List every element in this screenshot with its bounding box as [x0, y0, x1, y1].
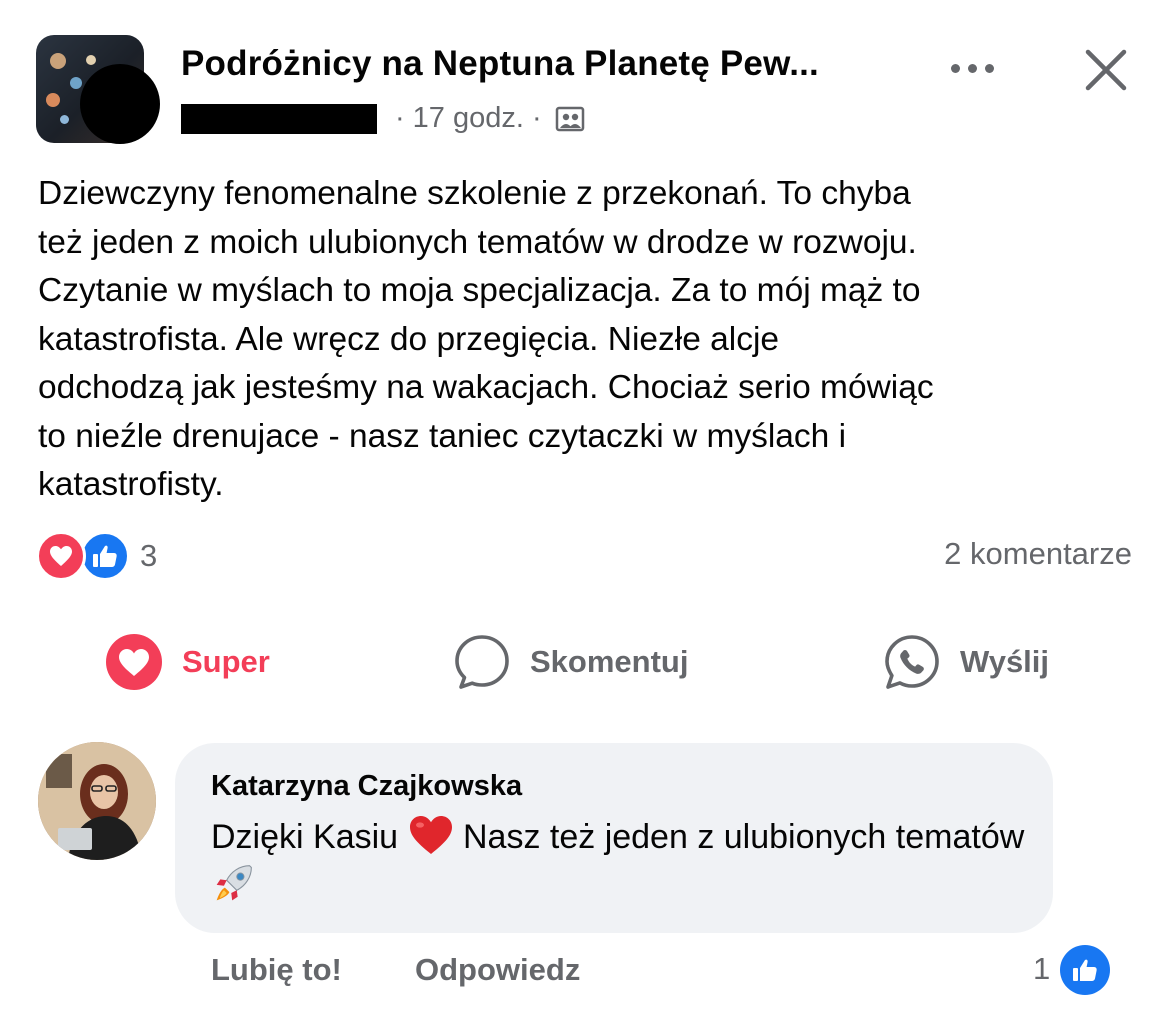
comment-text-part2: Nasz też jeden z ulubionych tematów: [453, 818, 1025, 856]
comment-label: Skomentuj: [530, 644, 689, 679]
reaction-count: 3: [140, 538, 158, 573]
post-meta: · 17 godz. ·: [181, 102, 586, 135]
comment-author[interactable]: Katarzyna Czajkowska: [211, 770, 522, 803]
rocket-emoji-icon: [216, 865, 252, 901]
comment-reaction-count: 1: [1033, 951, 1051, 986]
close-icon: [1085, 49, 1127, 91]
comments-count-link[interactable]: 2 komentarze: [944, 536, 1132, 572]
send-label: Wyślij: [960, 644, 1050, 679]
comment-bubble-icon: [452, 632, 512, 692]
commenter-avatar[interactable]: [38, 742, 156, 860]
comment-like-button[interactable]: Lubię to!: [211, 952, 342, 988]
post-text: Dziewczyny fenomenalne szkolenie z przek…: [38, 175, 934, 503]
post-timestamp[interactable]: 17 godz.: [413, 102, 524, 135]
send-button[interactable]: Wyślij: [882, 632, 1049, 692]
comment-text: Dzięki Kasiu Nasz też jeden z ulubionych…: [211, 813, 1031, 909]
love-reaction-icon: [36, 531, 86, 581]
super-label: Super: [182, 644, 270, 679]
like-reaction-icon[interactable]: [1060, 945, 1110, 995]
dot-icon: [950, 63, 960, 73]
super-reaction-button[interactable]: Super: [104, 632, 270, 692]
meta-separator: ·: [531, 102, 542, 134]
group-members-icon: [555, 106, 584, 131]
comment-bubble[interactable]: Katarzyna Czajkowska Dzięki Kasiu Nasz t…: [175, 743, 1053, 933]
facebook-post-view: Podróżnicy na Neptuna Planetę Pew... · 1…: [0, 0, 1170, 1031]
comment-reply-button[interactable]: Odpowiedz: [415, 952, 580, 988]
comment-text-part1: Dzięki Kasiu: [211, 818, 399, 856]
more-options-button[interactable]: [944, 48, 1000, 88]
close-button[interactable]: [1078, 42, 1134, 98]
dot-icon: [984, 63, 994, 73]
whatsapp-icon: [882, 632, 942, 692]
love-icon: [104, 632, 164, 692]
meta-separator: ·: [395, 102, 405, 134]
like-reaction-icon: [80, 531, 130, 581]
group-name[interactable]: Podróżnicy na Neptuna Planetę Pew...: [181, 44, 819, 84]
author-name-redacted[interactable]: [181, 103, 377, 134]
comment-button[interactable]: Skomentuj: [452, 632, 688, 692]
author-avatar[interactable]: [80, 64, 160, 144]
red-heart-emoji-icon: [409, 816, 452, 854]
dot-icon: [967, 63, 977, 73]
reactions-summary[interactable]: 3: [36, 531, 157, 581]
